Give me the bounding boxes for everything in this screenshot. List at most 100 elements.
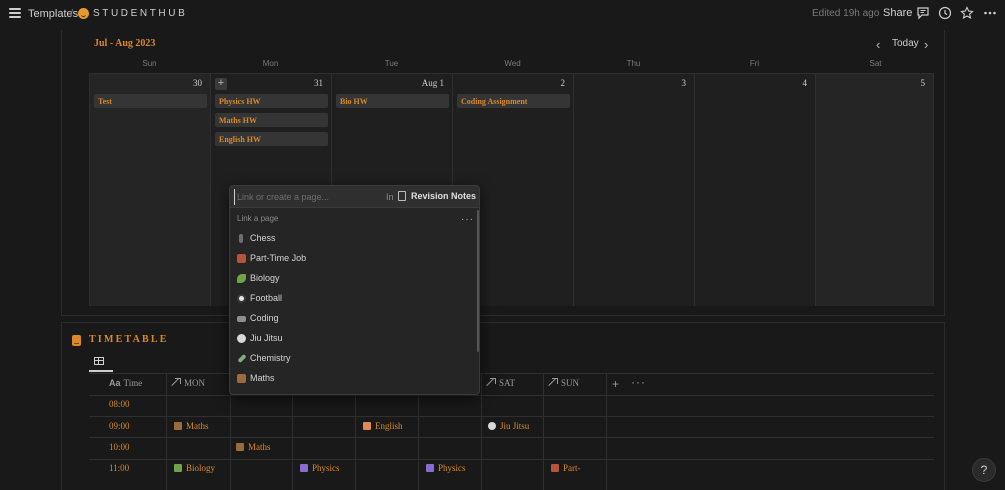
- abacus-icon: [174, 422, 182, 430]
- timetable-cell[interactable]: Maths: [174, 421, 209, 431]
- relation-arrow-icon: [549, 378, 558, 386]
- briefcase-icon: [551, 464, 559, 472]
- calendar-event[interactable]: Bio HW: [336, 94, 449, 108]
- star-icon[interactable]: [960, 6, 974, 20]
- page-option[interactable]: Football: [230, 289, 477, 309]
- day-of-week-label: Sat: [869, 59, 882, 68]
- leaf-icon: [237, 274, 246, 283]
- time-cell[interactable]: 10:00: [109, 442, 130, 452]
- table-divider: [89, 373, 934, 374]
- menu-icon[interactable]: [9, 8, 21, 18]
- target-page[interactable]: Revision Notes: [411, 191, 476, 201]
- page-option[interactable]: Chemistry: [230, 349, 477, 369]
- timetable-title: TIMETABLE: [89, 334, 169, 345]
- column-header-mon[interactable]: MON: [172, 378, 205, 388]
- table-divider: [89, 437, 934, 438]
- breadcrumb-page[interactable]: STUDENTHUB: [93, 8, 187, 19]
- page-option[interactable]: Chess: [230, 229, 477, 249]
- calendar-event[interactable]: English HW: [215, 132, 328, 146]
- smiley-icon: [78, 8, 89, 19]
- calendar-month: Jul - Aug 2023: [94, 38, 156, 49]
- popup-scrollbar[interactable]: [477, 210, 479, 352]
- day-number: 3: [681, 78, 687, 88]
- day-of-week-label: Fri: [749, 59, 760, 68]
- breadcrumb-separator: /: [70, 8, 74, 20]
- calendar-day-cell[interactable]: 4: [694, 73, 815, 306]
- comments-icon[interactable]: [916, 6, 930, 20]
- gi-icon: [237, 334, 246, 343]
- calendar-day-cell[interactable]: 5: [815, 73, 934, 306]
- document-icon: [398, 191, 406, 201]
- column-header-sun[interactable]: SUN: [549, 378, 579, 388]
- day-of-week-label: Sun: [142, 59, 157, 68]
- column-header-sat[interactable]: SAT: [487, 378, 515, 388]
- gi-icon: [488, 422, 496, 430]
- timetable-cell[interactable]: Part-: [551, 463, 581, 473]
- help-button[interactable]: ?: [972, 458, 996, 482]
- time-cell[interactable]: 08:00: [109, 399, 130, 409]
- share-button[interactable]: Share: [883, 7, 912, 19]
- calendar-event[interactable]: Coding Assignment: [457, 94, 570, 108]
- add-event-button[interactable]: +: [215, 78, 227, 90]
- day-of-week-label: Wed: [504, 59, 521, 68]
- link-page-input[interactable]: [234, 189, 379, 205]
- timetable-cell[interactable]: Maths: [236, 442, 271, 452]
- calendar-event[interactable]: Maths HW: [215, 113, 328, 127]
- time-cell[interactable]: 11:00: [109, 463, 129, 473]
- calendar-day-cell[interactable]: 30 Test: [89, 73, 210, 306]
- edited-timestamp: Edited 19h ago: [812, 8, 880, 19]
- more-options-icon[interactable]: [983, 6, 997, 20]
- calendar-event[interactable]: Test: [94, 94, 207, 108]
- timetable-cell[interactable]: Biology: [174, 463, 215, 473]
- column-header-time[interactable]: Aa Time: [109, 378, 142, 388]
- atom-icon: [300, 464, 308, 472]
- top-bar: Templates / STUDENTHUB Edited 19h ago Sh…: [0, 0, 1005, 28]
- more-options-icon[interactable]: ···: [631, 375, 646, 389]
- day-number: 2: [560, 78, 566, 88]
- chevron-left-icon[interactable]: ‹: [876, 37, 880, 52]
- leaf-icon: [174, 464, 182, 472]
- notebook-icon: [72, 335, 81, 346]
- test-tube-icon: [237, 353, 247, 364]
- timetable-cell[interactable]: Physics: [300, 463, 340, 473]
- table-icon: [94, 357, 104, 365]
- page-option[interactable]: Maths: [230, 369, 477, 389]
- today-button[interactable]: Today: [892, 38, 919, 49]
- book-icon: [363, 422, 371, 430]
- page-option[interactable]: Part-Time Job: [230, 249, 477, 269]
- day-number: Aug 1: [421, 78, 444, 88]
- column-separator: [481, 373, 482, 490]
- page-option[interactable]: Biology: [230, 269, 477, 289]
- time-cell[interactable]: 09:00: [109, 421, 130, 431]
- page-option[interactable]: Jiu Jitsu: [230, 329, 477, 349]
- abacus-icon: [236, 443, 244, 451]
- column-separator: [543, 373, 544, 490]
- table-divider: [89, 459, 934, 460]
- history-icon[interactable]: [938, 6, 952, 20]
- column-separator: [606, 373, 607, 490]
- day-of-week-label: Tue: [384, 59, 399, 68]
- keyboard-icon: [237, 316, 246, 322]
- calendar-day-cell[interactable]: 3: [573, 73, 694, 306]
- table-divider: [89, 395, 934, 396]
- day-number: 30: [193, 78, 202, 88]
- timetable-cell[interactable]: Jiu Jitsu: [488, 421, 529, 431]
- briefcase-icon: [237, 254, 246, 263]
- table-view-tab[interactable]: [89, 354, 113, 372]
- more-options-icon[interactable]: ···: [461, 214, 474, 225]
- column-separator: [166, 373, 167, 490]
- timetable-cell[interactable]: English: [363, 421, 403, 431]
- day-number: 4: [802, 78, 808, 88]
- page-option[interactable]: Coding: [230, 309, 477, 329]
- table-divider: [89, 416, 934, 417]
- calendar-event[interactable]: Physics HW: [215, 94, 328, 108]
- abacus-icon: [237, 374, 246, 383]
- timetable-cell[interactable]: Physics: [426, 463, 466, 473]
- chevron-right-icon[interactable]: ›: [924, 37, 928, 52]
- add-column-button[interactable]: +: [612, 377, 619, 391]
- day-number: 31: [314, 78, 323, 88]
- link-page-popup: In Revision Notes Link a page ··· Chess …: [229, 185, 480, 395]
- in-label: In: [386, 192, 394, 202]
- day-of-week-label: Mon: [262, 59, 279, 68]
- day-number: 5: [920, 78, 926, 88]
